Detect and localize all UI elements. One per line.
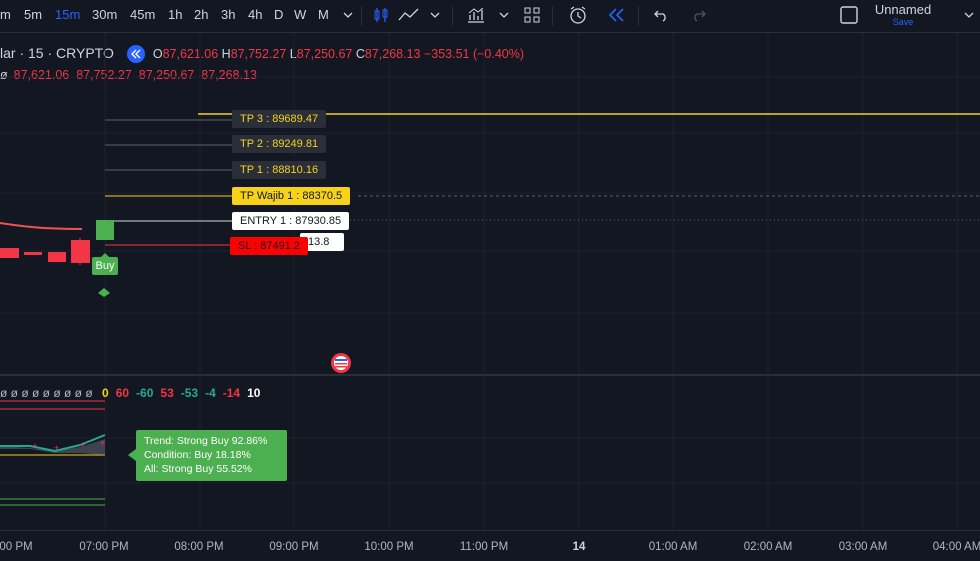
osc-dummy-zeros: ø ø ø ø ø ø ø ø ø — [0, 386, 93, 400]
tp2-label: TP 2 : 89249.81 — [232, 135, 327, 153]
toolbar-divider — [452, 6, 453, 26]
signal-tooltip: Trend: Strong Buy 92.86% Condition: Buy … — [136, 430, 287, 481]
toolbar-divider — [361, 6, 362, 26]
svg-text:+: + — [80, 440, 85, 450]
candle — [48, 252, 66, 262]
interval-4h[interactable]: 4h — [248, 5, 262, 25]
save-link[interactable]: Save — [868, 17, 938, 27]
entry-label: ENTRY 1 : 87930.85 — [232, 212, 350, 230]
indicators-icon[interactable] — [465, 4, 487, 26]
osc-value: 0 — [102, 386, 109, 400]
interval-2h[interactable]: 2h — [194, 5, 208, 25]
time-tick: 07:00 PM — [79, 541, 129, 553]
time-tick: 11:00 PM — [459, 541, 509, 553]
interval-3h[interactable]: 3h — [221, 5, 235, 25]
chevron-down-icon[interactable] — [424, 4, 446, 26]
undo-icon[interactable] — [650, 4, 672, 26]
time-axis[interactable]: 00 PM 07:00 PM 08:00 PM 09:00 PM 10:00 PM 11:… — [0, 530, 980, 561]
tooltip-pointer — [128, 449, 136, 461]
candle — [0, 248, 19, 258]
tp-wajib-label: TP Wajib 1 : 88370.5 — [232, 187, 351, 205]
chevron-down-icon[interactable] — [958, 4, 980, 26]
interval-M[interactable]: M — [318, 5, 329, 25]
us-flag-event-icon — [331, 353, 351, 373]
buy-diamond — [98, 288, 110, 297]
osc-value: -4 — [205, 386, 216, 400]
svg-text:+: + — [32, 441, 37, 451]
layout-name-block[interactable]: Unnamed Save — [868, 2, 938, 27]
moving-average-line — [0, 222, 83, 230]
tp3-label: TP 3 : 89689.47 — [232, 110, 327, 128]
oscillator-legend: ø ø ø ø ø ø ø ø ø 0 60 -60 53 -53 -4 -14 10 — [0, 386, 267, 400]
interval-D[interactable]: D — [274, 5, 283, 25]
layout-name: Unnamed — [874, 2, 932, 17]
time-tick: 02:00 AM — [743, 541, 793, 553]
interval-W[interactable]: W — [294, 5, 306, 25]
tp1-label: TP 1 : 88810.16 — [232, 161, 327, 179]
replay-icon[interactable] — [605, 4, 627, 26]
osc-value: -60 — [136, 386, 154, 400]
redo-icon[interactable] — [688, 4, 710, 26]
candle — [24, 252, 42, 255]
tooltip-condition: Condition: Buy 18.18% — [144, 449, 251, 461]
interval-15m[interactable]: 15m — [55, 5, 80, 25]
interval-5m[interactable]: 5m — [24, 5, 42, 25]
top-toolbar: m 5m 15m 30m 45m 1h 2h 3h 4h D W M Unnamed Save — [0, 0, 980, 33]
svg-text:+: + — [54, 443, 59, 453]
osc-value: 60 — [115, 386, 130, 400]
time-tick: 04:00 AM — [932, 541, 980, 553]
sl-label: SL : 87491.2 — [230, 237, 308, 255]
time-tick: 00 PM — [0, 541, 33, 553]
osc-value: -53 — [180, 386, 199, 400]
toolbar-divider — [552, 6, 553, 26]
line-chart-icon[interactable] — [398, 4, 420, 26]
time-tick: 08:00 PM — [174, 541, 224, 553]
tooltip-all: All: Strong Buy 55.52% — [144, 463, 252, 475]
osc-value: 53 — [160, 386, 174, 400]
layout-checkbox-icon[interactable] — [838, 4, 860, 26]
buy-label: Buy — [92, 257, 118, 275]
interval-1h[interactable]: 1h — [168, 5, 182, 25]
interval-30m[interactable]: 30m — [92, 5, 117, 25]
osc-values: 0 60 -60 53 -53 -4 -14 10 — [102, 386, 267, 400]
toolbar-divider — [638, 6, 639, 26]
tooltip-trend: Trend: Strong Buy 92.86% — [144, 435, 268, 447]
time-tick: 01:00 AM — [648, 541, 698, 553]
chevron-down-icon[interactable] — [493, 4, 515, 26]
candle — [96, 220, 114, 240]
chevron-down-icon[interactable] — [337, 4, 359, 26]
interval-45m[interactable]: 45m — [130, 5, 155, 25]
time-tick: 10:00 PM — [364, 541, 414, 553]
time-tick: 03:00 AM — [838, 541, 888, 553]
candles-icon[interactable] — [370, 4, 392, 26]
time-tick: 14 — [572, 541, 586, 553]
time-tick: 09:00 PM — [269, 541, 319, 553]
svg-text:+: + — [100, 438, 105, 448]
osc-value: 10 — [247, 386, 261, 400]
osc-value: -14 — [222, 386, 241, 400]
candle — [71, 240, 90, 263]
layout-grid-icon[interactable] — [521, 4, 543, 26]
interval-m[interactable]: m — [0, 5, 11, 25]
alert-clock-icon[interactable] — [567, 4, 589, 26]
